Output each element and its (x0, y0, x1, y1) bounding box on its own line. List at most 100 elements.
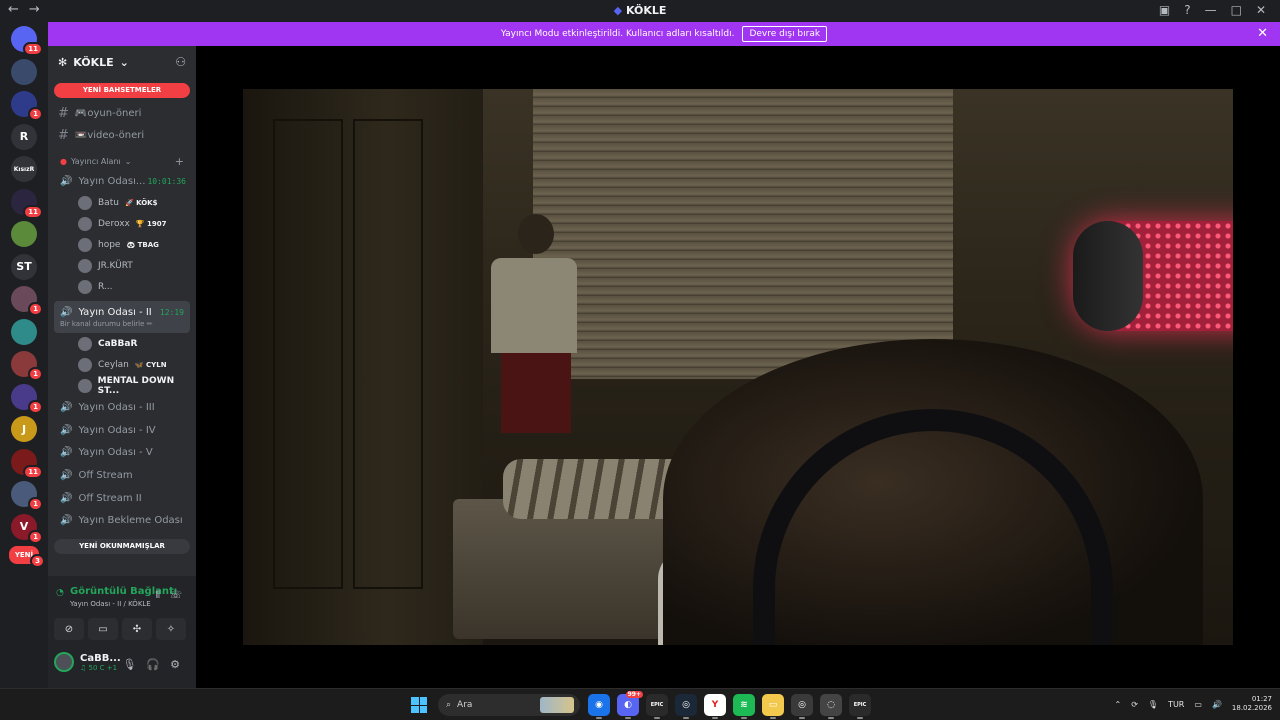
add-member-icon[interactable]: ⚇ (175, 55, 186, 69)
soundboard-button[interactable]: ✧ (156, 618, 186, 640)
gear-icon[interactable]: ⚙ (170, 658, 180, 671)
voice-user[interactable]: hope 🐼 TBAG (48, 234, 196, 255)
voice-user[interactable]: CaBBaR (48, 333, 196, 354)
voice-user[interactable]: R... (48, 276, 196, 297)
disconnect-icon[interactable]: ☏ (169, 590, 182, 601)
voice-channel-path[interactable]: Yayın Odası - II / KÖKLE (70, 600, 151, 608)
guild-icon[interactable]: 11 (11, 188, 43, 219)
guild-icon[interactable] (11, 58, 37, 85)
app-glyph: ◉ (595, 700, 603, 710)
sync-icon[interactable]: ⟳ (1131, 700, 1138, 709)
help-icon[interactable]: ? (1184, 3, 1190, 17)
clock[interactable]: 01:27 18.02.2026 (1232, 695, 1272, 713)
close-icon[interactable]: ✕ (1257, 26, 1268, 41)
voice-user[interactable]: Deroxx 🏆 1907 (48, 213, 196, 234)
guild-icon[interactable]: 11 (11, 448, 43, 479)
maximize-icon[interactable]: □ (1231, 3, 1242, 17)
guild-icon[interactable]: 11 (11, 26, 43, 56)
voice-channel[interactable]: 🔊 Off Stream II (48, 487, 196, 510)
voice-channel-name: Off Stream II (78, 492, 142, 504)
voice-channel[interactable]: 🔊 Off Stream (48, 464, 196, 487)
epic-icon[interactable]: EPIC (646, 694, 668, 719)
close-window-icon[interactable]: ✕ (1256, 3, 1266, 17)
guild-icon[interactable]: 1 (11, 91, 43, 121)
chevron-up-icon[interactable]: ⌃ (1115, 700, 1122, 709)
guild-icon[interactable] (11, 318, 37, 345)
new-unreads-pill[interactable]: YENİ OKUNMAMIŞLAR (54, 539, 190, 555)
app-glyph: ▭ (768, 700, 778, 710)
disable-streamer-mode-button[interactable]: Devre dışı bırak (742, 26, 828, 42)
guild-icon[interactable]: YENİ 3 (9, 546, 45, 568)
guild-icon[interactable]: J (11, 416, 37, 442)
server-header[interactable]: ✻ KÖKLE ⌄ ⚇ (48, 46, 196, 78)
activities-button[interactable]: ✣ (122, 618, 152, 640)
steam2-icon[interactable]: ◎ (791, 694, 813, 719)
discord-icon[interactable]: ◐ 99+ (617, 691, 643, 719)
epic2-icon[interactable]: EPIC (849, 694, 871, 719)
voice-timer: 12:19 (159, 307, 184, 317)
inbox-icon[interactable]: ▣ (1159, 3, 1170, 17)
game-icon[interactable]: ◌ (820, 694, 842, 719)
notification-badge: 11 (23, 42, 43, 56)
guild-icon[interactable]: 1 (11, 286, 43, 316)
guild-icon[interactable] (11, 221, 37, 247)
spotify-icon[interactable]: ≋ (733, 694, 755, 719)
user-panel[interactable]: CaBB... ♫ 50 C +1 (54, 652, 121, 672)
app-glyph: ◎ (798, 700, 806, 710)
guild-icon[interactable]: KısızR (11, 156, 37, 182)
start-button[interactable] (408, 694, 430, 716)
guild-icon[interactable]: 1 (11, 481, 43, 511)
server-icon: ◆ (613, 4, 623, 17)
language-indicator[interactable]: TUR (1168, 700, 1184, 709)
video-stream[interactable] (243, 89, 1233, 645)
camera-off-button[interactable]: ⊘ (54, 618, 84, 640)
headphones-icon[interactable]: 🎧 (146, 658, 160, 671)
running-indicator (741, 717, 747, 719)
channel-video-oneri[interactable]: # 📼video-öneri (48, 124, 196, 146)
voice-channel-yayin-odasi-1[interactable]: 🔊 Yayın Odası... 10:01:36 (48, 170, 196, 192)
voice-channel[interactable]: 🔊 Yayın Odası - IV (48, 419, 196, 442)
speaker-icon: 🔊 (60, 492, 73, 504)
noise-icon[interactable]: ⫴ (156, 590, 160, 601)
voice-user[interactable]: Batu 🚀 KÖK$ (48, 192, 196, 213)
guild-icon[interactable]: 1 (11, 351, 43, 381)
voice-channel[interactable]: 🔊 Yayın Odası - V (48, 441, 196, 464)
channel-status[interactable]: Bir kanal durumu belirle ✏ (60, 320, 153, 328)
steam-icon[interactable]: ◎ (675, 694, 697, 719)
mic-tray-icon[interactable]: 🎙 (1148, 700, 1158, 709)
yandex-icon[interactable]: Y (704, 694, 726, 719)
folder-icon[interactable]: ▭ (762, 694, 784, 719)
network-icon[interactable]: ▭ (1194, 700, 1202, 709)
screen-share-button[interactable]: ▭ (88, 618, 118, 640)
chrome-icon[interactable]: ◉ (588, 694, 610, 719)
taskbar-search[interactable]: ⌕ Ara (438, 694, 580, 716)
add-channel-icon[interactable]: + (175, 155, 184, 168)
minimize-icon[interactable]: — (1205, 3, 1217, 17)
voice-status: Görüntülü Bağlantı (70, 586, 178, 597)
voice-user[interactable]: MENTAL DOWN ST... (48, 375, 196, 396)
new-mentions-pill[interactable]: YENİ BAHSETMELER (54, 83, 190, 98)
voice-user-name: Ceylan (98, 359, 129, 370)
voice-user[interactable]: JR.KÜRT (48, 255, 196, 276)
guild-icon[interactable]: ST (11, 253, 37, 280)
video-window-blind (533, 89, 953, 379)
guild-icon[interactable]: V1 (11, 513, 43, 544)
voice-channel[interactable]: 🔊 Yayın Odası - III (48, 396, 196, 419)
signal-icon: ◔ (56, 588, 64, 598)
channel-oyun-oneri[interactable]: # 🎮oyun-öneri (48, 102, 196, 124)
activities-icon: ✣ (132, 623, 142, 635)
category-yayinci-alani[interactable]: ● Yayıncı Alanı ⌄ + (48, 152, 196, 170)
notification-badge: 1 (28, 497, 43, 511)
voice-channel-yayin-odasi-2[interactable]: 🔊 Yayın Odası - II 12:19 Bir kanal durum… (54, 301, 190, 333)
running-indicator (596, 717, 602, 719)
camera-off-icon: ⊘ (64, 623, 74, 635)
volume-icon[interactable]: 🔊 (1212, 700, 1222, 709)
voice-channel-name: Yayın Odası - III (78, 401, 155, 413)
speaker-icon: 🔊 (60, 424, 73, 436)
guild-icon[interactable]: R (11, 123, 37, 150)
guild-icon[interactable]: 1 (11, 383, 43, 414)
voice-channel[interactable]: 🔊 Yayın Bekleme Odası (48, 509, 196, 532)
microphone-icon[interactable]: 🎙 (122, 658, 136, 671)
voice-channel-name: Yayın Odası - V (78, 447, 153, 459)
voice-user[interactable]: Ceylan 🦋 CYLN (48, 354, 196, 375)
